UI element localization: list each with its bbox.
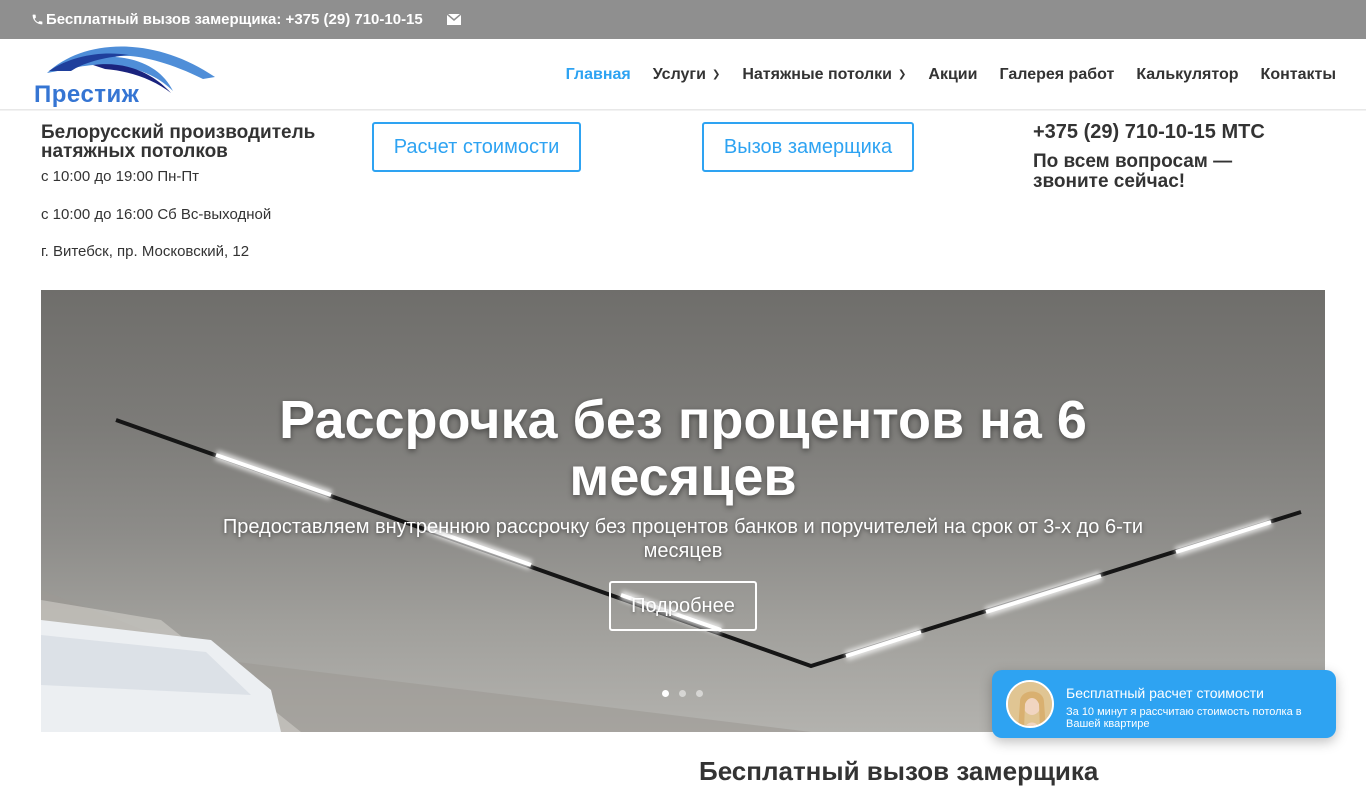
address: г. Витебск, пр. Московский, 12 xyxy=(41,243,250,260)
avatar xyxy=(1006,680,1054,728)
slider-dots xyxy=(662,690,713,697)
slider-dot-1[interactable] xyxy=(662,690,669,697)
nav-item-services[interactable]: Услуги ❯ xyxy=(653,66,721,84)
nav-item-ceilings[interactable]: Натяжные потолки ❯ xyxy=(742,66,906,84)
chat-widget[interactable]: Бесплатный расчет стоимости За 10 минут … xyxy=(992,670,1336,738)
mail-icon[interactable] xyxy=(446,12,462,30)
ceiling-photo xyxy=(41,418,1302,732)
call-now-text: По всем вопросам — звоните сейчас! xyxy=(1033,151,1233,192)
top-bar: Бесплатный вызов замерщика: +375 (29) 71… xyxy=(0,0,1366,39)
site-header: Престиж Главная Услуги ❯ Натяжные потолки… xyxy=(0,39,1366,110)
nav-item-label: Акции xyxy=(928,65,978,83)
slider-dot-3[interactable] xyxy=(696,690,703,697)
nav-item-contacts[interactable]: Контакты xyxy=(1261,66,1336,84)
phone-icon xyxy=(32,14,43,25)
nav-item-label: Услуги xyxy=(652,65,706,83)
more-button[interactable]: Подробнее xyxy=(609,581,757,631)
nav-item-label: Калькулятор xyxy=(1136,65,1239,83)
nav-item-label: Галерея работ xyxy=(999,65,1115,83)
chat-subtitle: За 10 минут я рассчитаю стоимость потолк… xyxy=(1066,706,1302,730)
nav-item-label: Контакты xyxy=(1260,65,1336,83)
hero-subtitle: Предоставляем внутреннюю рассрочку без п… xyxy=(222,516,1144,562)
nav-item-label: Натяжные потолки xyxy=(742,65,893,83)
topbar-phone-link[interactable]: Бесплатный вызов замерщика: +375 (29) 71… xyxy=(31,11,423,28)
chevron-down-icon: ❯ xyxy=(898,69,907,80)
logo[interactable]: Престиж xyxy=(33,41,217,109)
nav-item-gallery[interactable]: Галерея работ xyxy=(999,66,1114,84)
info-row: Белорусский производитель натяжных потол… xyxy=(0,110,1366,290)
hours-weekend: с 10:00 до 16:00 Сб Вс-выходной xyxy=(41,206,272,223)
slider-dot-2[interactable] xyxy=(679,690,686,697)
chat-title: Бесплатный расчет стоимости xyxy=(1066,685,1264,701)
topbar-phone-text: Бесплатный вызов замерщика: +375 (29) 71… xyxy=(46,11,423,28)
contact-phone[interactable]: +375 (29) 710-10-15 МТС xyxy=(1033,121,1265,144)
nav-item-calculator[interactable]: Калькулятор xyxy=(1136,66,1238,84)
logo-text: Престиж xyxy=(34,81,140,108)
hours-weekdays: с 10:00 до 19:00 Пн-Пт xyxy=(41,168,200,185)
hero-title: Рассрочка без процентов на 6 месяцев xyxy=(279,390,1087,507)
main-nav: Главная Услуги ❯ Натяжные потолки ❯ Акции … xyxy=(544,39,1336,110)
nav-item-home[interactable]: Главная xyxy=(566,66,631,84)
chevron-down-icon: ❯ xyxy=(711,69,721,80)
call-measurer-button[interactable]: Вызов замерщика xyxy=(702,122,914,172)
hero-slider: Рассрочка без процентов на 6 месяцев Пре… xyxy=(41,290,1325,732)
company-tagline: Белорусский производитель натяжных потол… xyxy=(41,122,316,162)
calculate-cost-button[interactable]: Расчет стоимости xyxy=(372,122,581,172)
nav-item-promotions[interactable]: Акции xyxy=(928,66,977,84)
section-heading: Бесплатный вызов замерщика xyxy=(699,756,1099,786)
nav-item-label: Главная xyxy=(565,65,631,83)
